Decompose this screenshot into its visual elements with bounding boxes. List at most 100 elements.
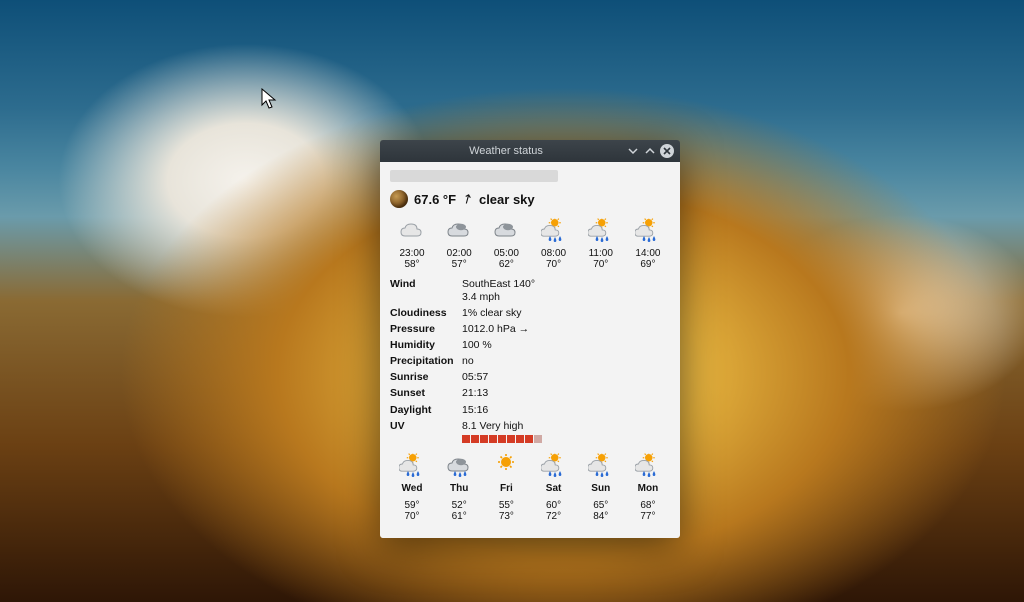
detail-row-humidity: Humidity100 % — [390, 338, 670, 354]
current-temp: 67.6 °F — [414, 192, 456, 207]
hourly-forecast-row: 23:0058°02:0057°05:0062°08:0070°11:0070°… — [390, 218, 670, 270]
daily-high: 73° — [484, 511, 528, 522]
daily-cell: Fri 55°73° — [484, 453, 528, 522]
hourly-temp: 58° — [390, 259, 434, 270]
hourly-temp: 57° — [437, 259, 481, 270]
current-condition: clear sky — [479, 192, 535, 207]
detail-value: 15:16 — [462, 404, 670, 417]
weather-icon — [484, 453, 528, 479]
hourly-cell: 14:0069° — [626, 218, 670, 270]
hourly-time: 14:00 — [626, 248, 670, 259]
weather-icon — [484, 218, 528, 244]
detail-row-pressure: Pressure1012.0 hPa → — [390, 321, 670, 337]
window-titlebar[interactable]: Weather status — [380, 140, 680, 162]
daily-day: Fri — [484, 483, 528, 494]
detail-label: Pressure — [390, 323, 462, 336]
daily-high: 84° — [579, 511, 623, 522]
detail-row-cloudiness: Cloudiness1% clear sky — [390, 305, 670, 321]
close-button[interactable] — [660, 144, 674, 158]
daily-cell: Thu 52°61° — [437, 453, 481, 522]
current-conditions: 67.6 °F ↗ clear sky — [390, 190, 670, 208]
daily-forecast-row: Wed59°70°Thu52°61°Fri55°73°Sat60°72°Sun6… — [390, 453, 670, 522]
hourly-cell: 11:0070° — [579, 218, 623, 270]
detail-row-uv: UV8.1 Very high — [390, 418, 670, 445]
detail-row-wind: WindSouthEast 140°3.4 mph — [390, 276, 670, 305]
daily-day: Sun — [579, 483, 623, 494]
detail-value: 1012.0 hPa → — [462, 323, 670, 336]
hourly-time: 05:00 — [484, 248, 528, 259]
hourly-time: 23:00 — [390, 248, 434, 259]
daily-high: 72° — [532, 511, 576, 522]
weather-icon — [437, 453, 481, 479]
weather-icon — [437, 218, 481, 244]
daily-low: 59° — [390, 500, 434, 511]
daily-low: 55° — [484, 500, 528, 511]
weather-icon — [626, 453, 670, 479]
window-controls — [626, 144, 674, 158]
weather-icon — [532, 453, 576, 479]
daily-low: 68° — [626, 500, 670, 511]
daily-day: Mon — [626, 483, 670, 494]
detail-label: Cloudiness — [390, 307, 462, 320]
weather-icon — [390, 218, 434, 244]
detail-row-daylight: Daylight15:16 — [390, 402, 670, 418]
daily-low: 52° — [437, 500, 481, 511]
window-body: 67.6 °F ↗ clear sky 23:0058°02:0057°05:0… — [380, 162, 680, 538]
detail-value: 05:57 — [462, 371, 670, 384]
hourly-time: 08:00 — [532, 248, 576, 259]
minimize-button[interactable] — [626, 144, 640, 158]
detail-row-precip: Precipitationno — [390, 354, 670, 370]
daily-cell: Sat 60°72° — [532, 453, 576, 522]
detail-label: Sunset — [390, 387, 462, 400]
detail-value: SouthEast 140°3.4 mph — [462, 278, 670, 304]
uv-index-blocks — [462, 435, 670, 444]
weather-icon — [579, 218, 623, 244]
hourly-cell: 05:0062° — [484, 218, 528, 270]
detail-value: 100 % — [462, 339, 670, 352]
detail-value: 21:13 — [462, 387, 670, 400]
hourly-time: 02:00 — [437, 248, 481, 259]
weather-icon — [390, 453, 434, 479]
window-title: Weather status — [386, 145, 626, 157]
hourly-temp: 69° — [626, 259, 670, 270]
hourly-temp: 70° — [532, 259, 576, 270]
location-placeholder — [390, 170, 558, 182]
detail-label: Humidity — [390, 339, 462, 352]
trend-arrow-icon: ↗ — [459, 189, 476, 208]
desktop-wallpaper: Weather status 67.6 °F ↗ clear sky 23:00… — [0, 0, 1024, 602]
weather-details: WindSouthEast 140°3.4 mphCloudiness1% cl… — [390, 276, 670, 445]
detail-row-sunrise: Sunrise05:57 — [390, 370, 670, 386]
detail-value: no — [462, 355, 670, 368]
hourly-cell: 23:0058° — [390, 218, 434, 270]
daily-low: 60° — [532, 500, 576, 511]
daily-low: 65° — [579, 500, 623, 511]
moon-icon — [390, 190, 408, 208]
daily-high: 70° — [390, 511, 434, 522]
detail-value: 8.1 Very high — [462, 420, 670, 444]
hourly-temp: 70° — [579, 259, 623, 270]
hourly-cell: 02:0057° — [437, 218, 481, 270]
mouse-cursor-icon — [261, 88, 277, 110]
hourly-time: 11:00 — [579, 248, 623, 259]
detail-label: Sunrise — [390, 371, 462, 384]
detail-value: 1% clear sky — [462, 307, 670, 320]
weather-status-window: Weather status 67.6 °F ↗ clear sky 23:00… — [380, 140, 680, 538]
detail-label: Wind — [390, 278, 462, 304]
daily-cell: Mon68°77° — [626, 453, 670, 522]
weather-icon — [579, 453, 623, 479]
weather-icon — [626, 218, 670, 244]
detail-row-sunset: Sunset21:13 — [390, 386, 670, 402]
hourly-cell: 08:0070° — [532, 218, 576, 270]
daily-cell: Sun 65°84° — [579, 453, 623, 522]
daily-day: Thu — [437, 483, 481, 494]
daily-day: Wed — [390, 483, 434, 494]
detail-label: UV — [390, 420, 462, 444]
maximize-button[interactable] — [643, 144, 657, 158]
hourly-temp: 62° — [484, 259, 528, 270]
daily-cell: Wed 59°70° — [390, 453, 434, 522]
daily-high: 61° — [437, 511, 481, 522]
daily-day: Sat — [532, 483, 576, 494]
detail-label: Daylight — [390, 404, 462, 417]
detail-label: Precipitation — [390, 355, 462, 368]
weather-icon — [532, 218, 576, 244]
